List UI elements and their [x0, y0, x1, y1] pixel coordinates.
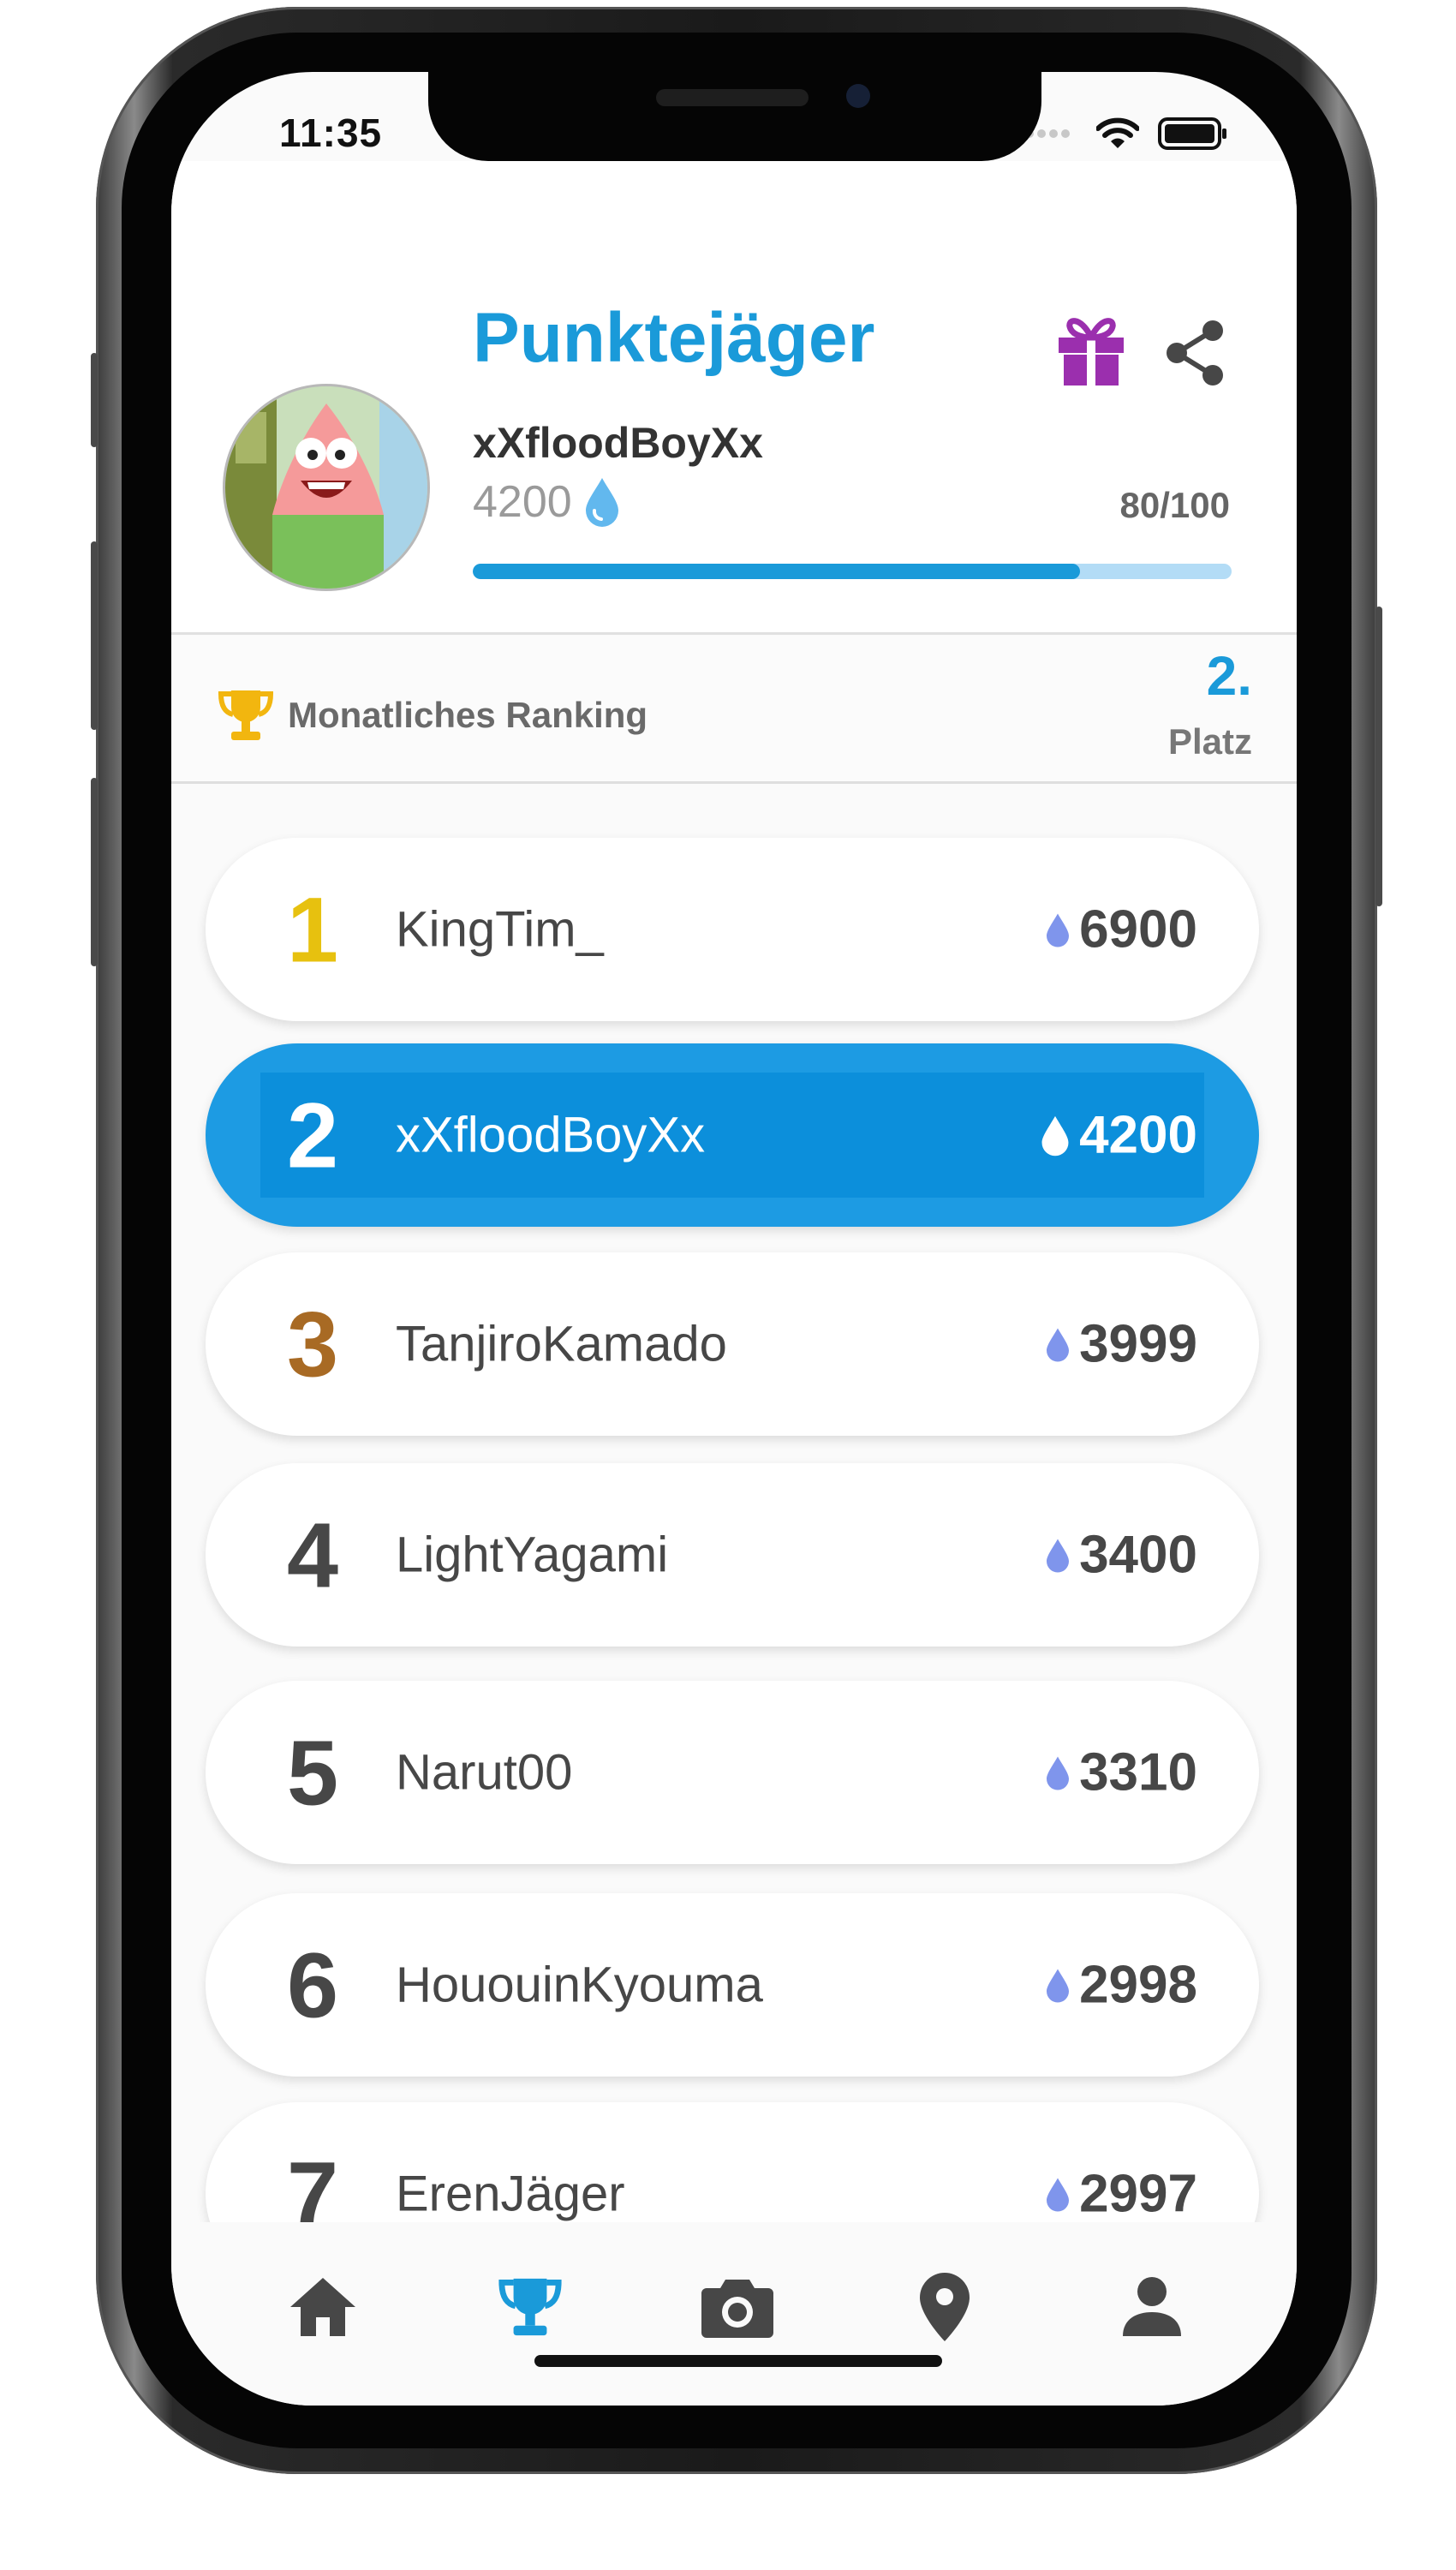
nav-home[interactable]	[284, 2268, 361, 2346]
leaderboard-row-5[interactable]: 5 Narut00 3310	[206, 1681, 1259, 1864]
nav-map[interactable]	[906, 2268, 983, 2346]
home-indicator[interactable]	[534, 2355, 942, 2367]
leaderboard-row-2-current-user[interactable]: 2 xXfloodBoyXx 4200	[206, 1043, 1259, 1227]
player-name: HououinKyouma	[396, 1957, 763, 2013]
gift-button[interactable]	[1055, 312, 1127, 387]
rank-number: 6	[286, 1933, 339, 2037]
player-score-value: 3310	[1079, 1742, 1197, 1802]
user-name: xXfloodBoyXx	[473, 419, 763, 467]
status-icons	[1024, 117, 1228, 151]
avatar[interactable]	[223, 384, 430, 591]
volume-up-button	[91, 541, 98, 730]
ranking-title-group: Monatliches Ranking	[216, 685, 647, 745]
battery-icon	[1158, 117, 1226, 150]
trophy-icon	[498, 2278, 562, 2336]
nav-camera[interactable]	[699, 2268, 776, 2346]
ranking-title: Monatliches Ranking	[288, 695, 648, 735]
player-name: ErenJäger	[396, 2166, 625, 2222]
water-drop-icon	[1041, 1115, 1069, 1156]
player-score: 2997	[1045, 2164, 1197, 2225]
app-title: Punktejäger	[473, 299, 875, 377]
monthly-ranking-bar: Monatliches Ranking 2. Platz	[171, 636, 1297, 784]
player-score-value: 6900	[1079, 900, 1197, 959]
player-score-value: 3999	[1079, 1314, 1197, 1374]
player-score-value: 4200	[1079, 1105, 1197, 1165]
notch	[428, 72, 1041, 161]
player-name: LightYagami	[396, 1527, 669, 1583]
progress-fill	[473, 564, 1080, 579]
user-points-value: 4200	[473, 477, 572, 527]
water-drop-icon	[1047, 913, 1070, 947]
leaderboard-row-1[interactable]: 1 KingTim_ 6900	[206, 838, 1259, 1021]
volume-down-button	[91, 778, 98, 966]
rank-number: 4	[286, 1503, 339, 1607]
app-screen: 11:35 Punktejäger xXfloodBoyXx 4200 80/1…	[171, 72, 1297, 2406]
power-button	[1375, 607, 1382, 906]
water-drop-icon	[1047, 1756, 1070, 1790]
leaderboard-row-6[interactable]: 6 HououinKyouma 2998	[206, 1893, 1259, 2077]
progress-bar	[473, 564, 1232, 579]
player-score: 3400	[1045, 1525, 1197, 1586]
bottom-navigation	[171, 2222, 1297, 2406]
gift-icon	[1059, 318, 1124, 386]
player-name: xXfloodBoyXx	[396, 1107, 706, 1163]
nav-ranking[interactable]	[492, 2268, 569, 2346]
leaderboard-row-4[interactable]: 4 LightYagami 3400	[206, 1463, 1259, 1647]
player-name: Narut00	[396, 1744, 573, 1801]
player-score: 4200	[1040, 1105, 1197, 1166]
status-time: 11:35	[279, 111, 383, 155]
rank-number: 2	[286, 1083, 339, 1187]
ranking-place-number: 2.	[1206, 645, 1252, 707]
player-score-value: 2997	[1079, 2164, 1197, 2224]
water-drop-icon	[1047, 1328, 1070, 1361]
wifi-icon	[1096, 117, 1139, 148]
speaker-grille	[656, 89, 809, 106]
player-score: 3310	[1045, 1742, 1197, 1803]
player-score-value: 3400	[1079, 1525, 1197, 1585]
player-score: 3999	[1045, 1314, 1197, 1375]
share-icon	[1167, 320, 1223, 386]
water-drop-icon	[585, 478, 618, 527]
rank-number: 5	[286, 1720, 339, 1825]
user-points: 4200	[473, 476, 620, 528]
progress-label: 80/100	[1119, 485, 1230, 525]
home-icon	[290, 2278, 355, 2336]
avatar-image	[225, 386, 427, 589]
nav-profile[interactable]	[1113, 2268, 1190, 2346]
player-name: KingTim_	[396, 901, 604, 958]
leaderboard-row-3[interactable]: 3 TanjiroKamado 3999	[206, 1252, 1259, 1436]
player-score: 6900	[1045, 900, 1197, 960]
rank-number: 1	[286, 877, 339, 982]
water-drop-icon	[1047, 1969, 1070, 2002]
player-name: TanjiroKamado	[396, 1316, 727, 1372]
player-score-value: 2998	[1079, 1955, 1197, 2015]
water-drop-icon	[1047, 2178, 1070, 2211]
rank-number: 3	[286, 1292, 339, 1396]
location-pin-icon	[920, 2273, 970, 2341]
player-score: 2998	[1045, 1955, 1197, 2016]
mute-switch	[91, 353, 98, 447]
share-button[interactable]	[1163, 319, 1226, 387]
trophy-icon	[218, 690, 274, 740]
person-icon	[1123, 2277, 1181, 2336]
camera-icon	[701, 2280, 773, 2338]
front-camera	[846, 84, 870, 108]
profile-header: Punktejäger xXfloodBoyXx 4200 80/100	[171, 161, 1297, 635]
water-drop-icon	[1047, 1539, 1070, 1572]
ranking-place-label: Platz	[1167, 721, 1252, 762]
